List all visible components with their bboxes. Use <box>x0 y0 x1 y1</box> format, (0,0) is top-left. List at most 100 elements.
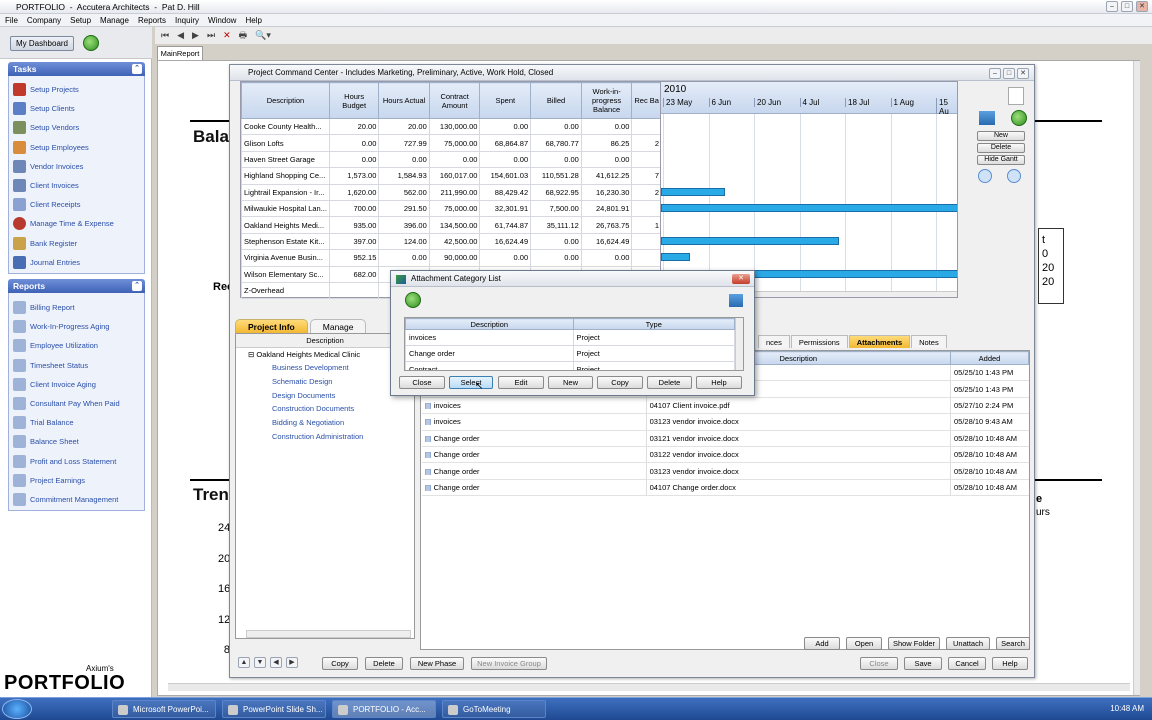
menu-inquiry[interactable]: Inquiry <box>175 14 199 26</box>
tasks-panel-header[interactable]: Tasks ⌃ <box>8 62 145 76</box>
taskbar-portfolio[interactable]: PORTFOLIO - Acc... <box>332 700 436 718</box>
project-row[interactable]: Stephenson Estate Kit... 397.00 124.00 42,5… <box>241 232 662 251</box>
refresh-icon[interactable] <box>83 35 99 51</box>
gantt-bar[interactable] <box>661 204 957 212</box>
task-setup-projects[interactable]: Setup Projects <box>9 80 144 99</box>
report-balance-sheet[interactable]: Balance Sheet <box>9 432 144 451</box>
add-attachment-button[interactable]: Add <box>804 637 840 650</box>
open-attachment-button[interactable]: Open <box>846 637 882 650</box>
collapse-icon[interactable]: ⌃ <box>132 64 142 74</box>
close-icon[interactable]: ✕ <box>1017 68 1029 79</box>
tree-item-phase[interactable]: Business Development <box>236 361 414 375</box>
collapse-icon[interactable]: ⌃ <box>132 281 142 291</box>
new-invoice-group-button[interactable]: New Invoice Group <box>471 657 547 670</box>
gantt-bar[interactable] <box>661 237 839 245</box>
hide-gantt-button[interactable]: Hide Gantt <box>977 155 1025 165</box>
task-bank-register[interactable]: Bank Register <box>9 234 144 253</box>
report-project-earnings[interactable]: Project Earnings <box>9 471 144 490</box>
menu-window[interactable]: Window <box>208 14 236 26</box>
col-cat-description[interactable]: Description <box>405 318 574 330</box>
task-client-invoices[interactable]: Client Invoices <box>9 176 144 195</box>
report-commitment-management[interactable]: Commitment Management <box>9 490 144 509</box>
prev-page-icon[interactable]: ◀ <box>177 30 184 41</box>
col-hours-budget[interactable]: Hours Budget <box>328 82 380 119</box>
project-row[interactable]: Haven Street Garage 0.00 0.00 0.00 0.00 0.00 0… <box>241 150 662 169</box>
close-icon[interactable]: ✕ <box>1136 1 1148 12</box>
col-added[interactable]: Added <box>950 351 1029 365</box>
attachment-row[interactable]: ▤ invoices 03123 vendor invoice.docx 05/28… <box>421 413 1029 431</box>
tree-item-phase[interactable]: Bidding & Negotiation <box>236 416 414 430</box>
attachment-row[interactable]: ▤ invoices 04107 Client invoice.pdf 05/27/… <box>421 397 1029 415</box>
tree-item-phase[interactable]: Design Documents <box>236 389 414 403</box>
project-row[interactable]: Lightrail Expansion - Ir... 1,620.00 562.0… <box>241 183 662 201</box>
tab-manage[interactable]: Manage <box>309 319 367 333</box>
task-setup-clients[interactable]: Setup Clients <box>9 99 144 118</box>
tab-notes[interactable]: Notes <box>911 335 947 348</box>
save-button[interactable]: Save <box>904 657 942 670</box>
report-client-invoice-aging[interactable]: Client Invoice Aging <box>9 375 144 394</box>
reports-panel-header[interactable]: Reports ⌃ <box>8 279 145 293</box>
project-row[interactable]: Milwaukie Hospital Lan... 700.00 291.50 75,… <box>241 199 662 218</box>
attachment-row[interactable]: ▤ Change order 03123 vendor invoice.docx 0… <box>421 462 1029 480</box>
dialog-close-icon[interactable]: ✕ <box>732 274 750 284</box>
dialog-edit-button[interactable]: Edit <box>498 376 544 389</box>
first-page-icon[interactable]: ⏮ <box>161 30 169 41</box>
document-icon[interactable] <box>1008 87 1024 105</box>
menu-file[interactable]: File <box>5 14 18 26</box>
project-row[interactable]: Oakland Heights Medi... 935.00 396.00 134,5… <box>241 216 662 234</box>
delete-phase-button[interactable]: Delete <box>365 657 403 670</box>
restore-icon[interactable]: □ <box>1003 68 1015 79</box>
attachment-row[interactable]: ▤ Change order 03122 vendor invoice.docx 0… <box>421 446 1029 464</box>
category-row[interactable]: Change order Project <box>405 345 735 362</box>
tree-hscrollbar[interactable] <box>246 630 411 638</box>
my-dashboard-button[interactable]: My Dashboard <box>10 36 74 51</box>
dialog-help-button[interactable]: Help <box>696 376 742 389</box>
delete-project-button[interactable]: Delete <box>977 143 1025 153</box>
task-setup-employees[interactable]: Setup Employees <box>9 138 144 157</box>
task-vendor-invoices[interactable]: Vendor Invoices <box>9 157 144 176</box>
report-billing[interactable]: Billing Report <box>9 298 144 317</box>
stop-icon[interactable]: ✕ <box>223 30 231 41</box>
menu-company[interactable]: Company <box>27 14 61 26</box>
help-button[interactable]: Help <box>992 657 1028 670</box>
dialog-copy-button[interactable]: Copy <box>597 376 643 389</box>
print-icon[interactable]: 🖶 <box>239 28 248 44</box>
close-button[interactable]: Close <box>860 657 898 670</box>
attachment-row[interactable]: ▤ Change order 03121 vendor invoice.docx 0… <box>421 430 1029 447</box>
col-contract-amount[interactable]: Contract Amount <box>428 82 481 119</box>
taskbar-slideshow[interactable]: PowerPoint Slide Sh... <box>222 700 326 718</box>
report-profit-loss[interactable]: Profit and Loss Statement <box>9 452 144 471</box>
menu-help[interactable]: Help <box>245 14 261 26</box>
category-row[interactable]: Contract Project <box>405 361 735 370</box>
move-right-icon[interactable]: ▶ <box>286 657 298 668</box>
refresh-icon[interactable] <box>1011 110 1027 126</box>
category-vscrollbar[interactable] <box>735 318 743 370</box>
col-description[interactable]: Description <box>241 82 330 119</box>
show-folder-button[interactable]: Show Folder <box>888 637 940 650</box>
project-row[interactable]: Highland Shopping Ce... 1,573.00 1,584.93 1… <box>241 167 662 185</box>
minimize-icon[interactable]: – <box>989 68 1001 79</box>
report-employee-utilization[interactable]: Employee Utilization <box>9 336 144 355</box>
zoom-in-icon[interactable] <box>978 169 992 183</box>
tab-references[interactable]: nces <box>758 335 790 348</box>
col-rec-balance[interactable]: Rec Ba <box>631 82 662 119</box>
tree-item-phase[interactable]: Construction Documents <box>236 402 414 416</box>
col-billed[interactable]: Billed <box>530 82 582 119</box>
unattach-button[interactable]: Unattach <box>946 637 990 650</box>
move-up-icon[interactable]: ▲ <box>238 657 250 668</box>
taskbar-gotomeeting[interactable]: GoToMeeting <box>442 700 546 718</box>
task-setup-vendors[interactable]: Setup Vendors <box>9 118 144 137</box>
zoom-icon[interactable]: 🔍▾ <box>255 30 271 41</box>
gantt-bar[interactable] <box>661 188 725 196</box>
tree-item-phase[interactable]: Construction Administration <box>236 430 414 444</box>
task-client-receipts[interactable]: Client Receipts <box>9 195 144 214</box>
menu-reports[interactable]: Reports <box>138 14 166 26</box>
report-wip-aging[interactable]: Work-In-Progress Aging <box>9 317 144 336</box>
next-page-icon[interactable]: ▶ <box>192 30 199 41</box>
task-journal-entries[interactable]: Journal Entries <box>9 253 144 272</box>
project-row[interactable]: Glison Lofts 0.00 727.99 75,000.00 68,864.87… <box>241 134 662 152</box>
dialog-select-button[interactable]: Select <box>449 376 493 389</box>
move-left-icon[interactable]: ◀ <box>270 657 282 668</box>
col-wip-balance[interactable]: Work-in-progress Balance <box>580 82 633 119</box>
report-timesheet-status[interactable]: Timesheet Status <box>9 356 144 375</box>
